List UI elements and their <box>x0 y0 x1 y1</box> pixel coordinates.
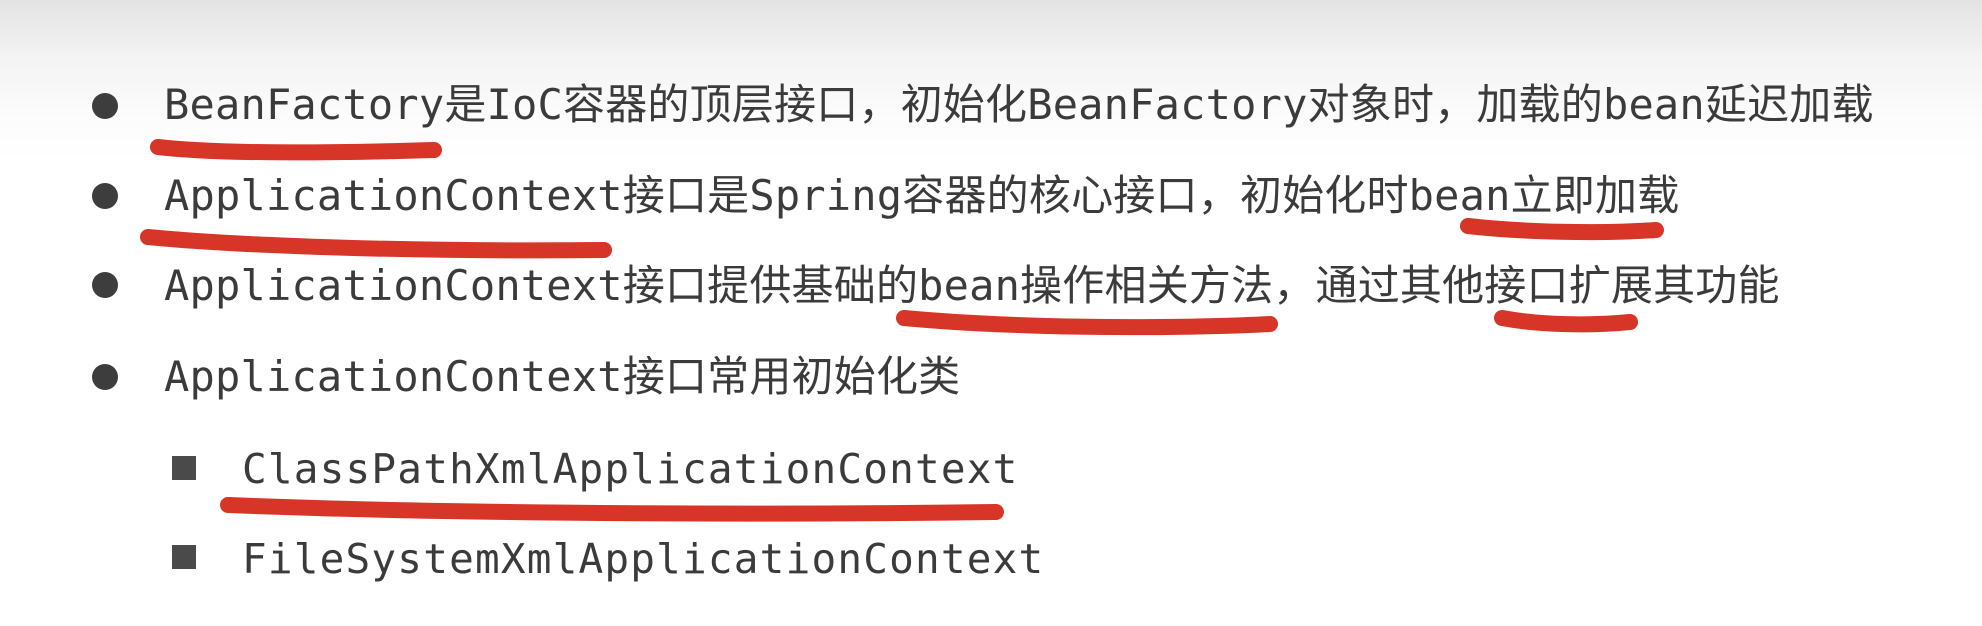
bullet-dot-icon <box>92 183 118 209</box>
bullet-text-3: ApplicationContext接口提供基础的bean操作相关方法，通过其他… <box>164 261 1780 310</box>
underline-mark <box>1460 218 1664 241</box>
underline-mark <box>896 310 1278 336</box>
underline-mark <box>140 229 612 259</box>
square-bullet-icon <box>172 545 196 569</box>
bullet-text-2: ApplicationContext接口是Spring容器的核心接口，初始化时b… <box>164 171 1680 220</box>
bullet-text-1: BeanFactory是IoC容器的顶层接口，初始化BeanFactory对象时… <box>164 80 1874 129</box>
underline-mark <box>1494 310 1638 333</box>
underline-mark <box>150 139 442 161</box>
bullet-text-4: ApplicationContext接口常用初始化类 <box>164 352 961 401</box>
bullet-dot-icon <box>92 93 118 119</box>
sub-bullet-text-1: ClassPathXmlApplicationContext <box>242 445 1019 493</box>
slide: BeanFactory是IoC容器的顶层接口，初始化BeanFactory对象时… <box>0 0 1982 626</box>
sub-bullet-text-2: FileSystemXmlApplicationContext <box>242 535 1045 583</box>
square-bullet-icon <box>172 456 196 480</box>
underline-mark <box>220 497 1004 522</box>
bullet-dot-icon <box>92 364 118 390</box>
bullet-dot-icon <box>92 272 118 298</box>
